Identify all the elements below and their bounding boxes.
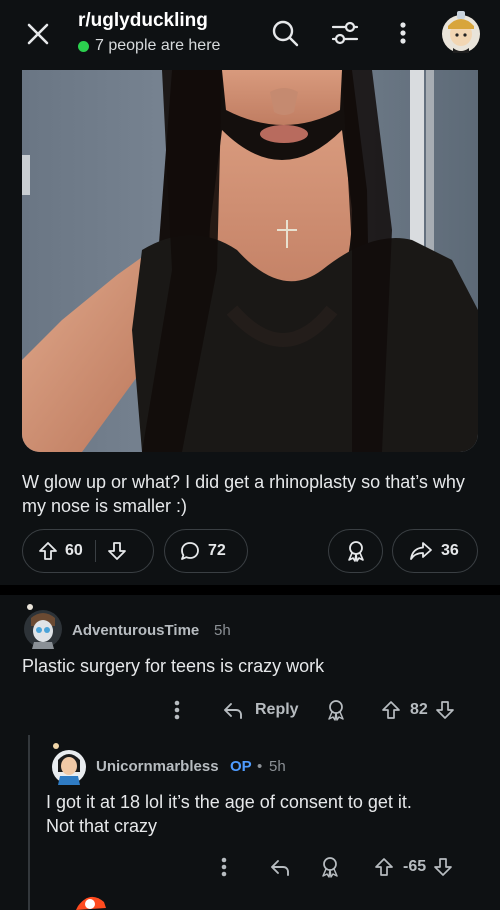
op-badge: OP (230, 758, 252, 775)
online-dot-icon (78, 40, 89, 52)
reply-downvote-icon[interactable] (432, 854, 454, 880)
thread-line (28, 735, 30, 910)
reply-button[interactable]: Reply (221, 697, 299, 723)
reply-reply-icon[interactable] (268, 854, 292, 880)
post-caption: W glow up or what? I did get a rhinoplas… (22, 472, 465, 516)
reply-award-icon[interactable] (318, 854, 342, 880)
share-count: 36 (441, 542, 459, 559)
comment-downvote-icon[interactable] (434, 697, 456, 723)
reply-text-line1: I got it at 18 lol it’s the age of conse… (46, 792, 412, 812)
reply-arrow-icon (221, 697, 245, 723)
comment-upvote-icon[interactable] (380, 697, 402, 723)
award-button[interactable] (328, 529, 383, 573)
user-avatar[interactable] (440, 8, 482, 54)
post-image[interactable] (22, 70, 478, 452)
reply-time: 5h (269, 758, 286, 775)
reply-score: -65 (403, 858, 427, 875)
reply-label: Reply (255, 701, 299, 718)
reply-avatar[interactable] (50, 742, 88, 786)
award-icon (344, 539, 368, 563)
comment-award-icon[interactable] (324, 697, 348, 723)
comment-score: 82 (410, 701, 428, 718)
filter-icon[interactable] (328, 16, 362, 50)
online-status: 7 people are here (78, 37, 220, 55)
downvote-icon[interactable] (106, 540, 128, 562)
more-vertical-icon[interactable] (386, 16, 420, 50)
share-button[interactable]: 36 (392, 529, 478, 573)
comment-time: 5h (214, 622, 231, 639)
subreddit-name[interactable]: r/uglyduckling (78, 10, 208, 32)
top-bar: r/uglyduckling 7 people are here (0, 0, 500, 70)
upvote-icon[interactable] (37, 540, 59, 562)
comments-button[interactable]: 72 (164, 529, 248, 573)
reply-upvote-icon[interactable] (373, 854, 395, 880)
vote-divider (94, 540, 96, 562)
reply-username[interactable]: Unicornmarbless (96, 758, 219, 775)
online-count-text: 7 people are here (95, 37, 221, 54)
comment-bubble-icon (179, 540, 201, 562)
comment-username[interactable]: AdventurousTime (72, 622, 199, 639)
reply-text-line2: Not that crazy (46, 816, 158, 836)
reply-vote: -65 (373, 854, 454, 880)
reply-more-icon[interactable] (213, 854, 235, 880)
share-arrow-icon (409, 539, 433, 563)
commenter-avatar[interactable] (22, 602, 64, 650)
vote-pill: 60 (22, 529, 154, 573)
next-comment-avatar[interactable] (72, 888, 110, 910)
section-divider (0, 585, 500, 595)
close-icon[interactable] (22, 18, 54, 50)
post-score: 60 (65, 542, 83, 559)
reply-separator: • (257, 758, 263, 775)
comment-more-icon[interactable] (166, 697, 188, 723)
comment-vote: 82 (380, 697, 456, 723)
search-icon[interactable] (268, 16, 302, 50)
comment-text: Plastic surgery for teens is crazy work (22, 656, 325, 676)
comments-count: 72 (208, 542, 226, 559)
